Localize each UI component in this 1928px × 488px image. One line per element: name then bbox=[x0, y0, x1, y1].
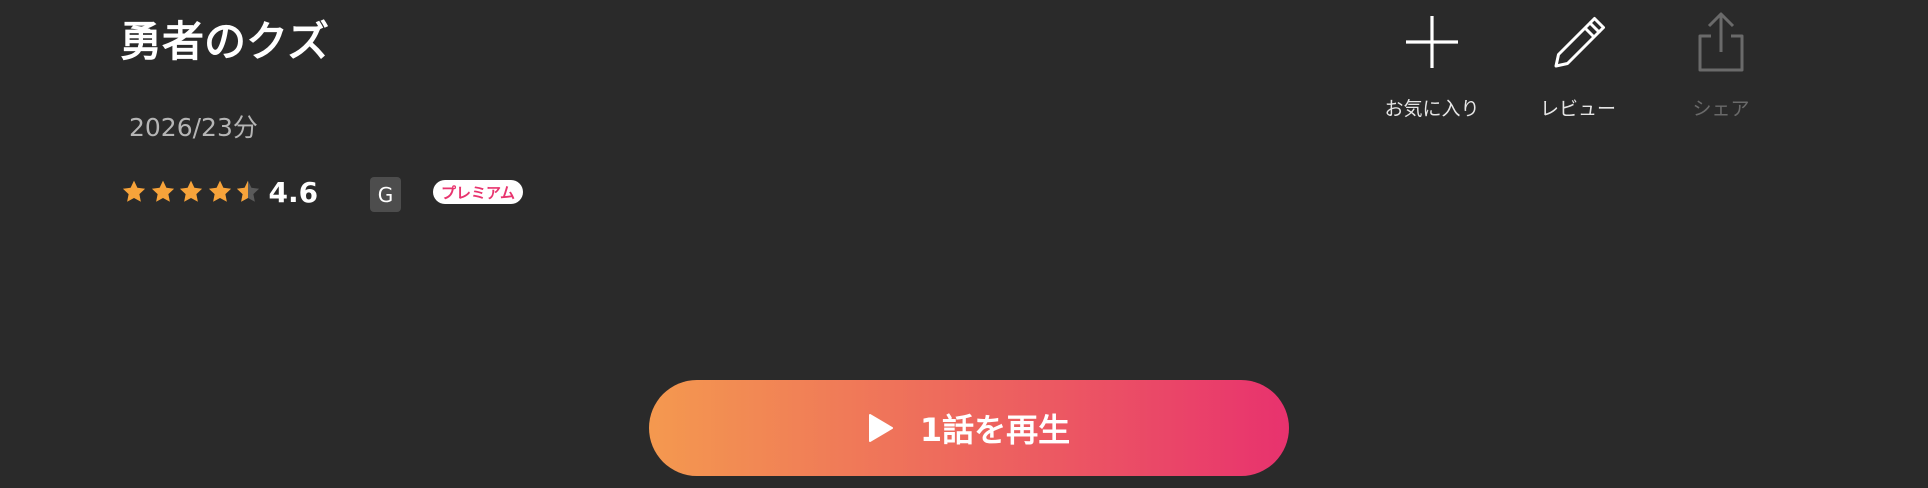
review-label: レビュー bbox=[1539, 98, 1616, 120]
play-icon bbox=[868, 414, 893, 442]
share-button[interactable]: シェア bbox=[1651, 10, 1791, 121]
age-rating-badge: G bbox=[370, 177, 401, 212]
rating: 4.6 bbox=[120, 172, 318, 212]
star-icon bbox=[179, 180, 203, 202]
share-label: シェア bbox=[1692, 98, 1750, 120]
star-icon bbox=[208, 180, 231, 202]
review-button[interactable]: レビュー bbox=[1508, 10, 1648, 121]
star-rating bbox=[120, 178, 263, 206]
pencil-icon bbox=[1554, 17, 1605, 68]
release-duration: 2026/23分 bbox=[129, 113, 258, 142]
plus-icon bbox=[1406, 16, 1458, 68]
share-icon bbox=[1698, 12, 1744, 72]
page-title: 勇者のクズ bbox=[120, 17, 330, 66]
premium-badge: プレミアム bbox=[433, 180, 523, 204]
favorite-button[interactable]: お気に入り bbox=[1362, 10, 1502, 121]
play-button-label: 1話を再生 bbox=[919, 411, 1071, 449]
rating-value: 4.6 bbox=[268, 175, 319, 209]
title-detail-header: 勇者のクズ 2026/23分 4.6 G プレミアム お気に入り レビュー シェ… bbox=[0, 0, 1928, 488]
half-star-icon bbox=[236, 180, 260, 202]
play-episode-button[interactable]: 1話を再生 bbox=[649, 380, 1289, 476]
star-icon bbox=[151, 180, 174, 202]
star-icon bbox=[122, 180, 146, 202]
favorite-label: お気に入り bbox=[1384, 98, 1480, 120]
